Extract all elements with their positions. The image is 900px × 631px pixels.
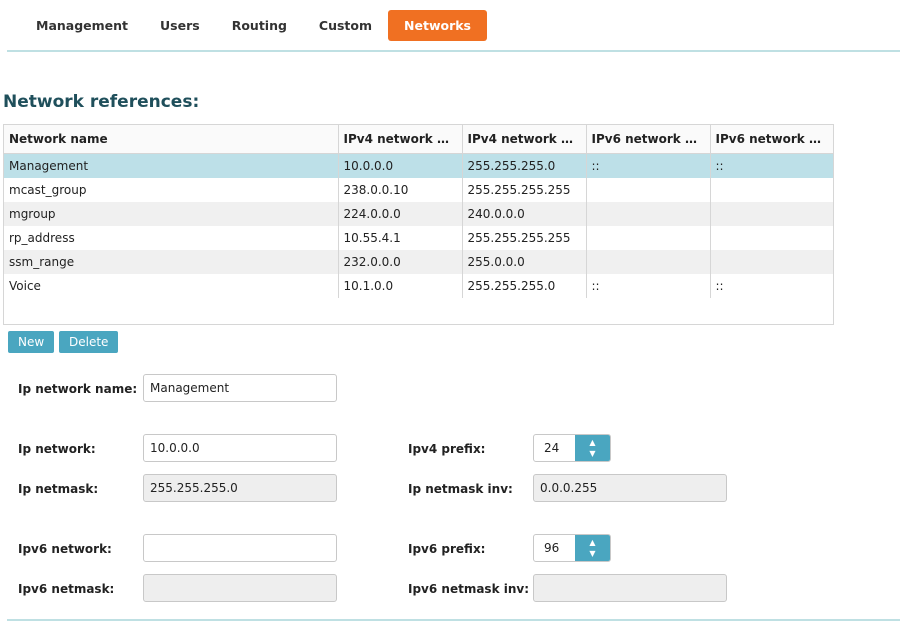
ip-netmask-inv-label: Ip netmask inv: <box>408 482 513 496</box>
column-header-ipv6-address[interactable]: IPv6 network address <box>586 125 711 154</box>
ipv4-prefix-value: 24 <box>544 441 560 455</box>
tab-custom[interactable]: Custom <box>303 10 388 41</box>
cell-ipv6-address <box>586 226 711 250</box>
table-row[interactable]: Voice 10.1.0.0 255.255.255.0 :: :: <box>4 274 833 298</box>
ipv6-prefix-stepper[interactable]: 96 ▲ ▼ <box>533 534 611 562</box>
ipv6-netmask-inv-field <box>533 574 727 602</box>
cell-ipv4-mask: 255.255.255.255 <box>462 178 587 202</box>
ipv4-prefix-stepper[interactable]: 24 ▲ ▼ <box>533 434 611 462</box>
cell-ipv6-address <box>586 202 711 226</box>
cell-ipv6-mask <box>710 178 833 202</box>
cell-ipv6-mask: :: <box>715 279 724 293</box>
tab-networks[interactable]: Networks <box>388 10 487 41</box>
cell-ipv6-mask <box>710 202 833 226</box>
cell-network-name: mgroup <box>4 202 339 226</box>
tab-routing[interactable]: Routing <box>216 10 303 41</box>
ipv6-prefix-value: 96 <box>544 541 560 555</box>
cell-ipv4-address: 10.0.0.0 <box>338 153 463 178</box>
cell-ipv4-mask: 255.0.0.0 <box>462 250 587 274</box>
cell-network-name: ssm_range <box>4 250 339 274</box>
ipv6-prefix-label: Ipv6 prefix: <box>408 542 486 556</box>
cell-ipv6-mask <box>710 250 833 274</box>
column-header-ipv4-mask[interactable]: IPv4 network mask <box>462 125 587 154</box>
ipv4-prefix-label: Ipv4 prefix: <box>408 442 486 456</box>
cell-ipv4-address: 10.55.4.1 <box>338 226 463 250</box>
cell-ipv4-mask: 255.255.255.0 <box>462 274 587 298</box>
ip-netmask-inv-field: 0.0.0.255 <box>533 474 727 502</box>
cell-ipv6-address: :: <box>586 274 711 298</box>
ipv6-netmask-field <box>143 574 337 602</box>
table-row[interactable]: rp_address 10.55.4.1 255.255.255.255 <box>4 226 833 250</box>
cell-network-name: Management <box>4 153 339 178</box>
bottom-divider <box>7 619 900 621</box>
ipv6-netmask-label: Ipv6 netmask: <box>18 582 115 596</box>
ip-netmask-label: Ip netmask: <box>18 482 99 496</box>
table-header-row: Network name IPv4 network address IPv4 n… <box>4 125 833 154</box>
ipv6-network-label: Ipv6 network: <box>18 542 112 556</box>
ip-netmask-field: 255.255.255.0 <box>143 474 337 502</box>
column-header-network-name[interactable]: Network name <box>4 125 339 154</box>
cell-ipv4-address: 10.1.0.0 <box>338 274 463 298</box>
cell-network-name: mcast_group <box>4 178 339 202</box>
cell-network-name: rp_address <box>4 226 339 250</box>
table-row[interactable]: mgroup 224.0.0.0 240.0.0.0 <box>4 202 833 226</box>
column-header-ipv6-mask[interactable]: IPv6 network mask <box>710 125 833 154</box>
network-name-label: Ip network name: <box>18 382 138 396</box>
ip-network-input[interactable]: 10.0.0.0 <box>143 434 337 462</box>
tab-divider <box>7 50 900 52</box>
cell-ipv4-mask: 255.255.255.0 <box>462 153 587 178</box>
cell-ipv4-mask: 240.0.0.0 <box>462 202 587 226</box>
tab-bar: Management Users Routing Custom Networks <box>20 10 487 41</box>
stepper-arrows-icon[interactable]: ▲ ▼ <box>575 435 610 461</box>
stepper-arrows-icon[interactable]: ▲ ▼ <box>575 535 610 561</box>
cell-ipv6-address: :: <box>586 153 711 178</box>
cell-ipv6-address <box>586 178 711 202</box>
cell-network-name: Voice <box>4 274 339 298</box>
cell-ipv4-address: 232.0.0.0 <box>338 250 463 274</box>
cell-ipv6-address <box>586 250 711 274</box>
new-button[interactable]: New <box>8 331 55 353</box>
ipv6-network-input[interactable] <box>143 534 337 562</box>
tab-users[interactable]: Users <box>144 10 216 41</box>
ipv6-netmask-inv-label: Ipv6 netmask inv: <box>408 582 530 596</box>
cell-ipv4-address: 238.0.0.10 <box>338 178 463 202</box>
tab-management[interactable]: Management <box>20 10 144 41</box>
cell-ipv4-mask: 255.255.255.255 <box>462 226 587 250</box>
ip-network-label: Ip network: <box>18 442 96 456</box>
cell-ipv6-mask <box>710 226 833 250</box>
table-row[interactable]: Management 10.0.0.0 255.255.255.0 :: :: <box>4 153 833 178</box>
page-title: Network references: <box>3 92 200 112</box>
network-name-input[interactable]: Management <box>143 374 337 402</box>
network-table: Network name IPv4 network address IPv4 n… <box>3 124 834 325</box>
cell-ipv6-mask: :: <box>710 153 833 178</box>
cell-ipv4-address: 224.0.0.0 <box>338 202 463 226</box>
delete-button[interactable]: Delete <box>59 331 119 353</box>
column-header-ipv4-address[interactable]: IPv4 network address <box>338 125 463 154</box>
table-row[interactable]: ssm_range 232.0.0.0 255.0.0.0 <box>4 250 833 274</box>
table-row[interactable]: mcast_group 238.0.0.10 255.255.255.255 <box>4 178 833 202</box>
